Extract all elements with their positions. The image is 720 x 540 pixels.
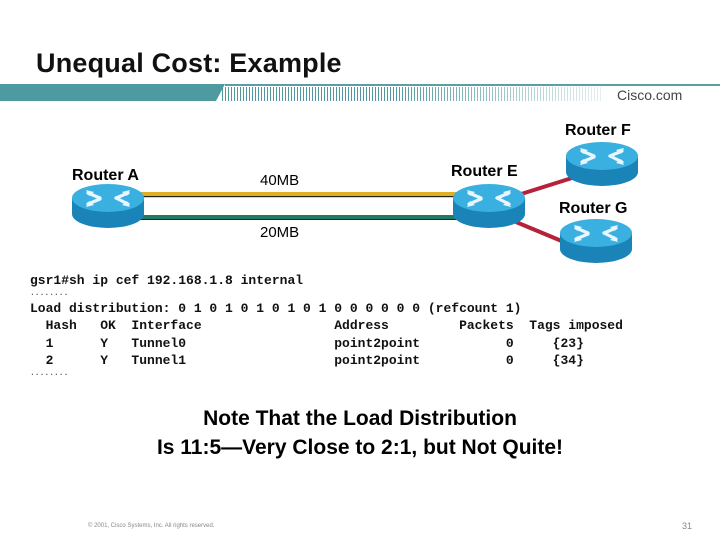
cli-load-distribution: Load distribution: 0 1 0 1 0 1 0 1 0 1 0… <box>30 300 522 316</box>
router-f-icon <box>564 140 640 188</box>
cli-command: gsr1#sh ip cef 192.168.1.8 internal <box>30 273 304 288</box>
link-20mb-label: 20MB <box>260 224 300 241</box>
cli-table-header: Hash OK Interface Address Packets Tags i… <box>30 318 623 333</box>
router-f-label: Router F <box>565 122 631 139</box>
note-line-1: Note That the Load Distribution <box>203 407 517 430</box>
note-text: Note That the Load Distribution Is 11:5—… <box>0 404 720 462</box>
network-diagram <box>70 140 640 265</box>
router-g-icon <box>558 217 634 265</box>
cli-output: gsr1#sh ip cef 192.168.1.8 internal ....… <box>30 272 623 380</box>
router-e-icon <box>451 182 527 230</box>
router-e-label: Router E <box>451 163 518 180</box>
copyright: © 2001, Cisco Systems, Inc. All rights r… <box>88 523 215 529</box>
link-40mb-label: 40MB <box>260 172 300 189</box>
note-line-2: Is 11:5—Very Close to 2:1, but Not Quite… <box>156 436 564 459</box>
page-number: 31 <box>682 521 693 531</box>
link-e-f <box>517 176 573 197</box>
cli-ellipsis-bottom: ........ <box>30 368 69 378</box>
link-40mb <box>140 192 458 198</box>
link-20mb <box>140 215 458 220</box>
router-g-label: Router G <box>559 200 628 217</box>
router-a-icon <box>70 182 146 230</box>
router-a-label: Router A <box>72 167 139 184</box>
link-e-g <box>515 220 565 244</box>
cli-table-row: 2 Y Tunnel1 point2point 0 {34} <box>30 353 584 368</box>
cli-table-row: 1 Y Tunnel0 point2point 0 {23} <box>30 335 584 351</box>
cli-ellipsis-top: ........ <box>30 288 69 298</box>
